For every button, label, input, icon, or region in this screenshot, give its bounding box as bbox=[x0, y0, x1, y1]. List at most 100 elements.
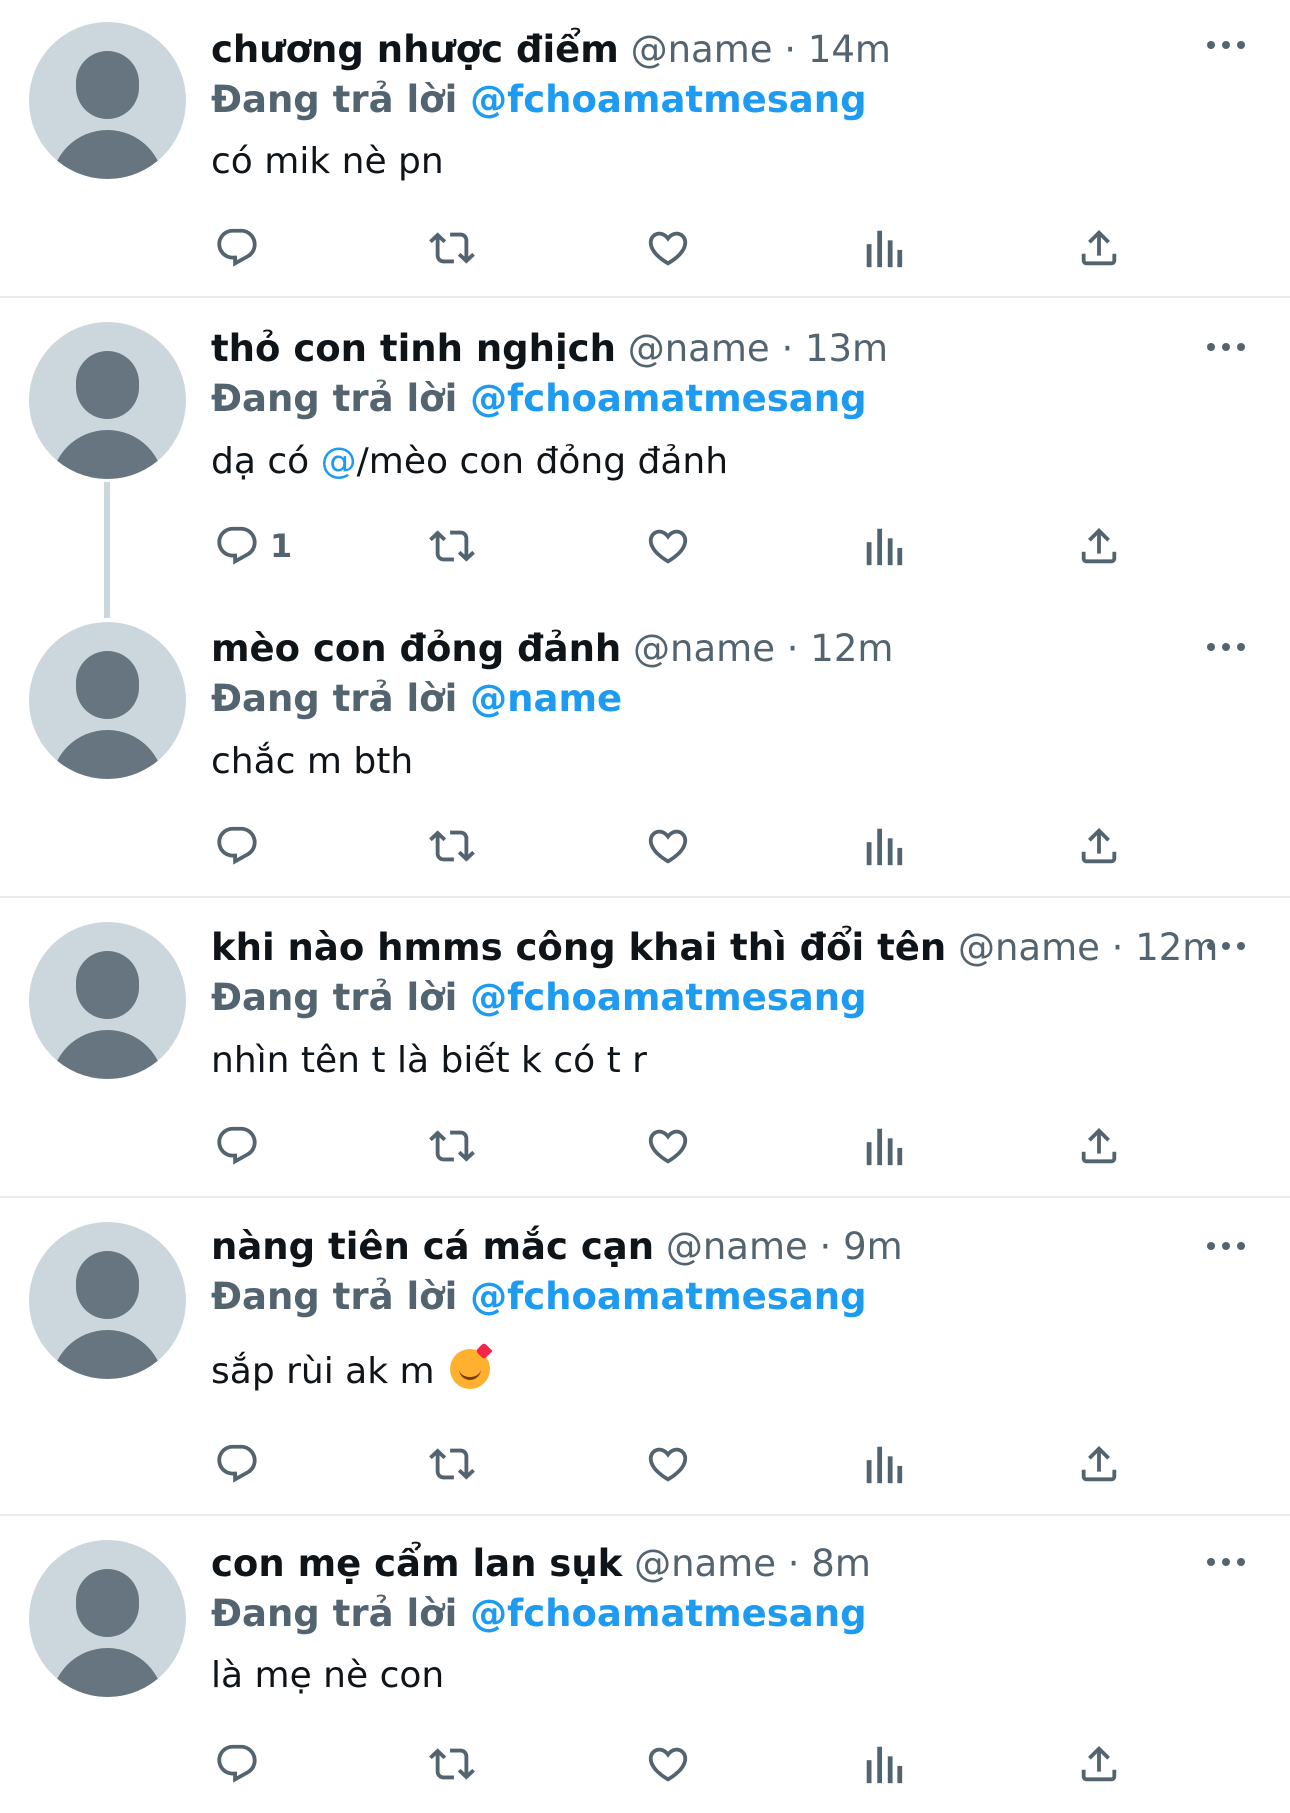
retweet-button[interactable] bbox=[426, 516, 478, 576]
handle[interactable]: @name bbox=[628, 327, 770, 370]
tweet-text-start: dạ có bbox=[211, 441, 321, 482]
more-icon[interactable] bbox=[1206, 941, 1246, 961]
retweet-button[interactable] bbox=[426, 218, 478, 278]
retweet-button[interactable] bbox=[426, 1734, 478, 1794]
more-icon[interactable] bbox=[1206, 40, 1246, 60]
tweet-text-mention[interactable]: @ bbox=[321, 441, 357, 482]
replying-to: Đang trả lời @fchoamatmesang bbox=[211, 1273, 867, 1321]
avatar-head bbox=[76, 351, 139, 419]
more-icon[interactable] bbox=[1206, 1557, 1246, 1577]
reply-button[interactable]: 1 bbox=[214, 516, 292, 576]
avatar[interactable] bbox=[29, 322, 186, 479]
reply-button[interactable] bbox=[214, 1116, 270, 1176]
reply-button[interactable] bbox=[214, 1434, 270, 1494]
display-name[interactable]: con mẹ cẩm lan sụk bbox=[211, 1542, 622, 1585]
timestamp[interactable]: 12m bbox=[810, 627, 893, 670]
reply-button[interactable] bbox=[214, 218, 270, 278]
views-button[interactable] bbox=[862, 1434, 904, 1494]
share-button[interactable] bbox=[1076, 1734, 1122, 1794]
timestamp[interactable]: 14m bbox=[808, 28, 891, 71]
views-button[interactable] bbox=[862, 816, 904, 876]
avatar[interactable] bbox=[29, 622, 186, 779]
reply-icon bbox=[217, 228, 257, 267]
separator-dot: · bbox=[784, 28, 797, 71]
display-name[interactable]: chương nhược điểm bbox=[211, 28, 619, 71]
tweet-3[interactable]: mèo con đỏng đảnh @name · 12m Đang trả l… bbox=[0, 598, 1290, 896]
like-icon bbox=[648, 529, 688, 564]
retweet-icon bbox=[429, 1448, 475, 1480]
retweet-button[interactable] bbox=[426, 1434, 478, 1494]
replying-to-label: Đang trả lời bbox=[211, 1592, 458, 1635]
replying-to-mention[interactable]: @name bbox=[470, 677, 622, 720]
replying-to-mention[interactable]: @fchoamatmesang bbox=[470, 377, 866, 420]
like-button[interactable] bbox=[644, 816, 692, 876]
like-button[interactable] bbox=[644, 218, 692, 278]
handle[interactable]: @name bbox=[958, 926, 1100, 969]
share-icon bbox=[1081, 1445, 1117, 1482]
like-icon bbox=[648, 231, 688, 266]
timestamp[interactable]: 9m bbox=[843, 1225, 903, 1268]
retweet-icon bbox=[429, 830, 475, 862]
tweet-header: chương nhược điểm @name · 14m bbox=[211, 26, 891, 74]
avatar-body bbox=[51, 130, 164, 179]
tweet-text: nhìn tên t là biết k có t r bbox=[211, 1040, 647, 1081]
avatar-body bbox=[51, 430, 164, 479]
handle[interactable]: @name bbox=[633, 627, 775, 670]
handle[interactable]: @name bbox=[631, 28, 773, 71]
timestamp[interactable]: 8m bbox=[811, 1542, 871, 1585]
tweet-4[interactable]: khi nào hmms công khai thì đổi tên @name… bbox=[0, 898, 1290, 1196]
timestamp[interactable]: 13m bbox=[805, 327, 888, 370]
reply-icon bbox=[217, 1744, 257, 1783]
replying-to: Đang trả lời @fchoamatmesang bbox=[211, 974, 867, 1022]
display-name[interactable]: khi nào hmms công khai thì đổi tên bbox=[211, 926, 946, 969]
more-icon[interactable] bbox=[1206, 1241, 1246, 1261]
reply-button[interactable] bbox=[214, 816, 270, 876]
replying-to-mention[interactable]: @fchoamatmesang bbox=[470, 1592, 866, 1635]
replying-to-mention[interactable]: @fchoamatmesang bbox=[470, 1275, 866, 1318]
tweet-2[interactable]: thỏ con tinh nghịch @name · 13m Đang trả… bbox=[0, 298, 1290, 598]
retweet-button[interactable] bbox=[426, 816, 478, 876]
share-button[interactable] bbox=[1076, 816, 1122, 876]
display-name[interactable]: nàng tiên cá mắc cạn bbox=[211, 1225, 654, 1268]
avatar-head bbox=[76, 51, 139, 119]
tweet-text-end: /mèo con đỏng đảnh bbox=[356, 441, 729, 482]
like-button[interactable] bbox=[644, 1434, 692, 1494]
like-button[interactable] bbox=[644, 1734, 692, 1794]
views-button[interactable] bbox=[862, 516, 904, 576]
tweet-1[interactable]: chương nhược điểm @name · 14m Đang trả l… bbox=[0, 0, 1290, 296]
handle[interactable]: @name bbox=[666, 1225, 808, 1268]
views-icon bbox=[866, 528, 903, 566]
views-button[interactable] bbox=[862, 1116, 904, 1176]
more-icon[interactable] bbox=[1206, 642, 1246, 662]
more-icon[interactable] bbox=[1206, 342, 1246, 362]
display-name[interactable]: mèo con đỏng đảnh bbox=[211, 627, 621, 670]
tweet-5[interactable]: nàng tiên cá mắc cạn @name · 9m Đang trả… bbox=[0, 1198, 1290, 1514]
reply-icon bbox=[217, 1444, 257, 1483]
handle[interactable]: @name bbox=[634, 1542, 776, 1585]
avatar[interactable] bbox=[29, 922, 186, 1079]
like-button[interactable] bbox=[644, 1116, 692, 1176]
replying-to-mention[interactable]: @fchoamatmesang bbox=[470, 976, 866, 1019]
replying-to-mention[interactable]: @fchoamatmesang bbox=[470, 78, 866, 121]
avatar-body bbox=[51, 1030, 164, 1079]
tweet-6[interactable]: con mẹ cẩm lan sụk @name · 8m Đang trả l… bbox=[0, 1516, 1290, 1813]
like-icon bbox=[648, 1747, 688, 1782]
tweet-actions: 1 bbox=[0, 516, 1290, 576]
share-button[interactable] bbox=[1076, 1434, 1122, 1494]
display-name[interactable]: thỏ con tinh nghịch bbox=[211, 327, 616, 370]
replying-to: Đang trả lời @fchoamatmesang bbox=[211, 76, 867, 124]
retweet-button[interactable] bbox=[426, 1116, 478, 1176]
share-button[interactable] bbox=[1076, 516, 1122, 576]
share-button[interactable] bbox=[1076, 218, 1122, 278]
share-button[interactable] bbox=[1076, 1116, 1122, 1176]
avatar-body bbox=[51, 1330, 164, 1379]
views-button[interactable] bbox=[862, 218, 904, 278]
views-button[interactable] bbox=[862, 1734, 904, 1794]
replying-to: Đang trả lời @fchoamatmesang bbox=[211, 375, 867, 423]
reply-button[interactable] bbox=[214, 1734, 270, 1794]
avatar[interactable] bbox=[29, 1222, 186, 1379]
avatar[interactable] bbox=[29, 22, 186, 179]
avatar[interactable] bbox=[29, 1540, 186, 1697]
like-button[interactable] bbox=[644, 516, 692, 576]
tweet-text: là mẹ nè con bbox=[211, 1655, 445, 1696]
